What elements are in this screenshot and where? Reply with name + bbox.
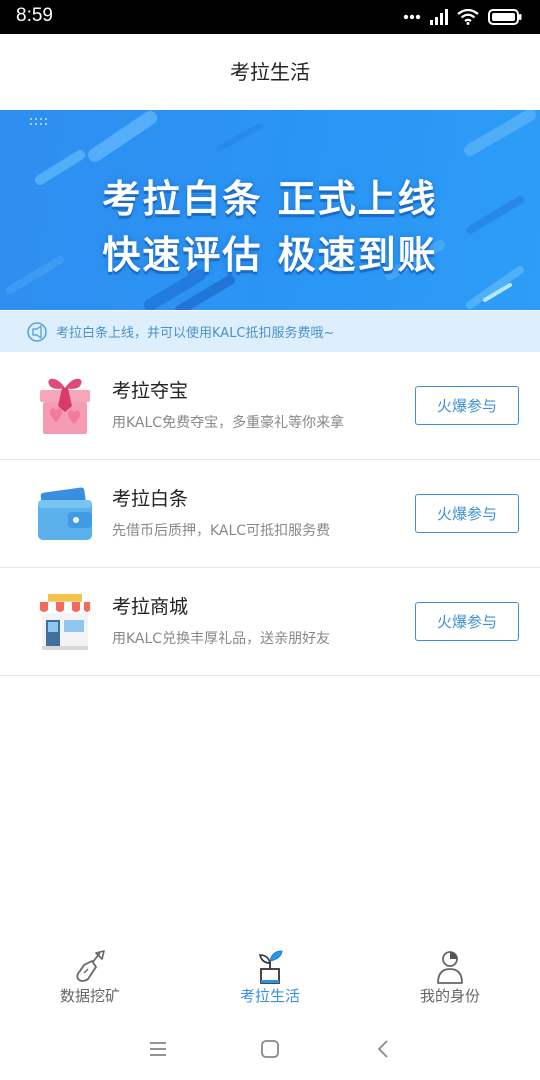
signal-icon bbox=[430, 9, 448, 25]
item-title: 考拉夺宝 bbox=[112, 380, 189, 402]
announcement-icon bbox=[26, 321, 48, 343]
tab-kaola-life[interactable]: 考拉生活 bbox=[180, 935, 360, 1017]
battery-icon bbox=[488, 9, 522, 25]
more-dots-icon bbox=[403, 14, 421, 20]
gift-box-icon bbox=[40, 378, 90, 434]
back-icon[interactable] bbox=[370, 1035, 398, 1063]
banner-headline-2: 快速评估 极速到账 bbox=[102, 233, 438, 277]
item-title: 考拉商城 bbox=[112, 596, 189, 618]
shop-icon bbox=[39, 594, 91, 650]
status-time: 8:59 bbox=[16, 5, 53, 26]
home-icon[interactable] bbox=[256, 1035, 284, 1063]
feature-list: 考拉夺宝 用KALC免费夺宝，多重豪礼等你来拿 火爆参与 考拉白条 先借币后质押… bbox=[0, 352, 540, 676]
user-icon bbox=[437, 951, 463, 984]
bottom-navigation: 数据挖矿 考拉生活 我的身份 bbox=[0, 935, 540, 1017]
item-title: 考拉白条 bbox=[112, 488, 189, 510]
notice-bar: 考拉白条上线，并可以使用KALC抵扣服务费哦~ bbox=[0, 311, 540, 352]
app-header: 考拉生活 bbox=[0, 34, 540, 110]
sprout-icon bbox=[258, 950, 283, 984]
item-description: 用KALC免费夺宝，多重豪礼等你来拿 bbox=[112, 415, 345, 431]
notice-text: 考拉白条上线，并可以使用KALC抵扣服务费哦~ bbox=[56, 326, 335, 341]
join-button[interactable]: 火爆参与 bbox=[415, 602, 519, 641]
tab-label: 数据挖矿 bbox=[59, 987, 120, 1005]
item-description: 用KALC兑换丰厚礼品，送亲朋好友 bbox=[112, 631, 331, 647]
status-icons bbox=[403, 6, 522, 28]
status-bar: 8:59 bbox=[0, 0, 540, 34]
system-navigation-bar bbox=[0, 1017, 540, 1080]
wifi-icon bbox=[457, 9, 479, 25]
shovel-icon bbox=[76, 950, 105, 982]
banner-headline-1: 考拉白条 正式上线 bbox=[102, 177, 438, 221]
list-item-treasure[interactable]: 考拉夺宝 用KALC免费夺宝，多重豪礼等你来拿 火爆参与 bbox=[0, 352, 540, 460]
item-description: 先借币后质押，KALC可抵扣服务费 bbox=[112, 523, 331, 539]
tab-my-identity[interactable]: 我的身份 bbox=[360, 935, 540, 1017]
join-button[interactable]: 火爆参与 bbox=[415, 386, 519, 425]
promo-banner[interactable]: 考拉白条 正式上线 快速评估 极速到账 bbox=[0, 110, 540, 310]
join-button[interactable]: 火爆参与 bbox=[415, 494, 519, 533]
menu-icon[interactable] bbox=[144, 1035, 172, 1063]
list-item-mall[interactable]: 考拉商城 用KALC兑换丰厚礼品，送亲朋好友 火爆参与 bbox=[0, 568, 540, 676]
wallet-icon bbox=[38, 487, 92, 540]
tab-label: 考拉生活 bbox=[239, 987, 300, 1005]
page-title: 考拉生活 bbox=[230, 60, 310, 84]
tab-label: 我的身份 bbox=[419, 987, 480, 1005]
list-item-credit[interactable]: 考拉白条 先借币后质押，KALC可抵扣服务费 火爆参与 bbox=[0, 460, 540, 568]
tab-data-mining[interactable]: 数据挖矿 bbox=[0, 935, 180, 1017]
